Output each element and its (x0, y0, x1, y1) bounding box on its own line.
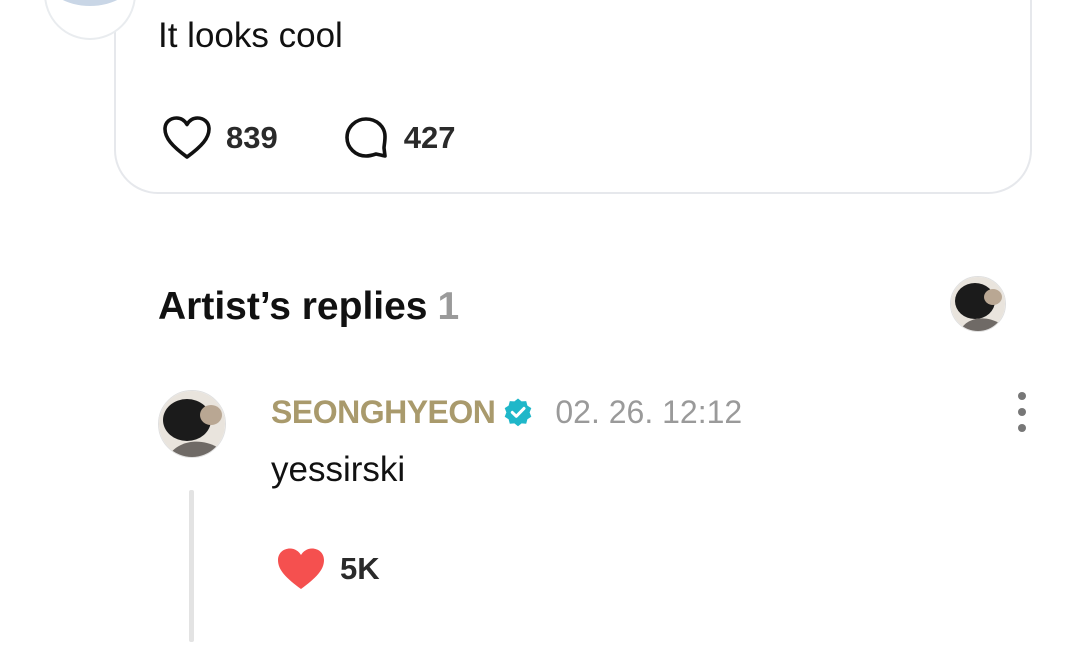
artist-photo (951, 277, 1005, 331)
reply-like-count: 5K (340, 551, 380, 586)
artist-replies-title: Artist’s replies (158, 285, 428, 328)
artist-replies-count: 1 (437, 285, 460, 328)
artist-replies-header: Artist’s replies 1 (158, 282, 459, 332)
like-count: 839 (226, 120, 278, 155)
artist-avatar-small[interactable] (950, 276, 1006, 332)
comment-count: 427 (403, 120, 456, 155)
comment-button[interactable]: 427 (342, 115, 456, 161)
post-text: It looks cool (158, 16, 343, 55)
comment-thread-screen: It looks cool 839 427 Artist’s replies1 (0, 0, 1080, 669)
reply-author-name[interactable]: SEONGHYEON (271, 394, 496, 431)
reply-meta: SEONGHYEON 02. 26. 12:12 (271, 392, 742, 432)
post-actions: 839 427 (162, 112, 455, 164)
reply-timestamp: 02. 26. 12:12 (555, 393, 743, 430)
thread-line (189, 490, 194, 642)
verified-badge-icon (503, 397, 533, 427)
speech-bubble-icon (344, 117, 387, 158)
reply-author-avatar[interactable] (158, 390, 226, 458)
more-vertical-icon[interactable] (1008, 392, 1036, 432)
like-button[interactable]: 839 (162, 115, 278, 161)
heart-outline-icon (163, 116, 211, 159)
heart-filled-icon (278, 548, 324, 589)
artist-photo (159, 391, 225, 457)
reply-like-button[interactable]: 5K (276, 546, 380, 592)
reply-text: yessirski (271, 450, 406, 489)
